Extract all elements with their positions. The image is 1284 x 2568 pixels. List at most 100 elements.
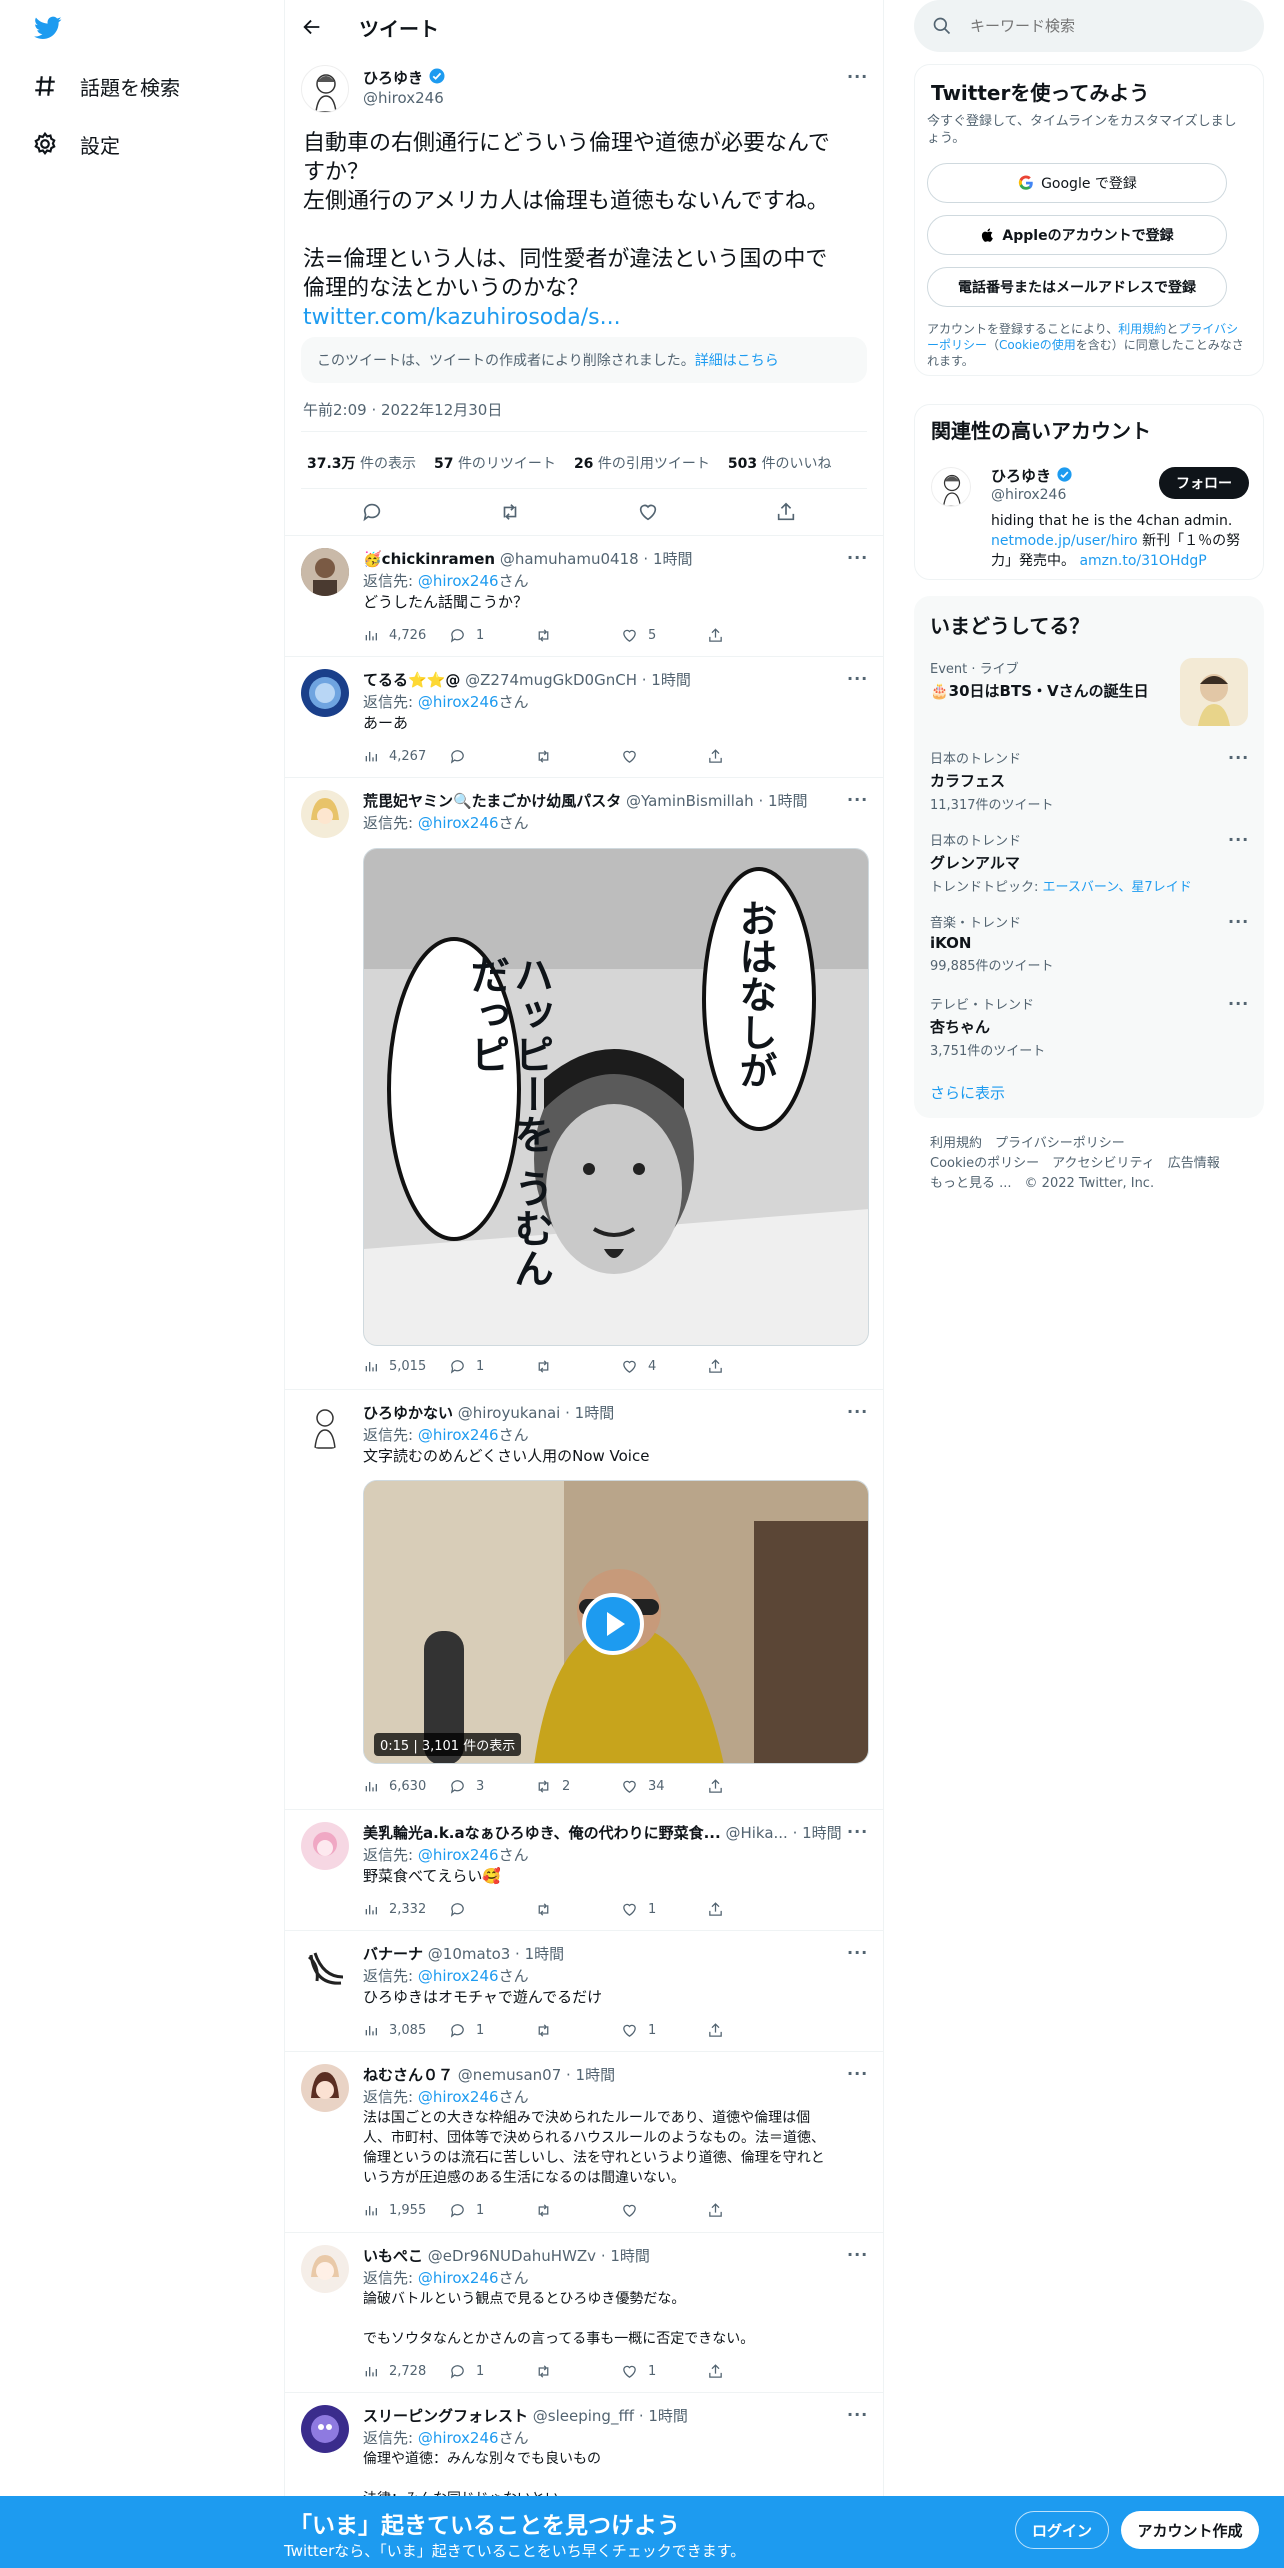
reply-tweet[interactable]: 🥳chickinramen @hamuhamu0418 · 1時間 ··· 返信… — [285, 535, 883, 656]
reply-author-handle[interactable]: @eDr96NUDahuHWZv · 1時間 — [428, 2247, 650, 2265]
avatar[interactable] — [301, 1943, 349, 1991]
nav-explore[interactable]: 話題を検索 — [32, 66, 180, 106]
share-button[interactable] — [707, 2361, 793, 2381]
reply-author-handle[interactable]: @nemusan07 · 1時間 — [458, 2066, 615, 2084]
share-button[interactable] — [707, 746, 793, 766]
like-button[interactable]: 34 — [621, 1776, 707, 1796]
avatar[interactable] — [931, 467, 971, 507]
play-button[interactable] — [582, 1593, 644, 1655]
reply-tweet[interactable]: バナーナ @10mato3 · 1時間 ··· 返信先: @hirox246さん… — [285, 1930, 883, 2051]
reply-to-link[interactable]: @hirox246 — [418, 2088, 499, 2106]
retweet-button[interactable] — [535, 746, 621, 766]
footer-link[interactable]: もっと見る ... — [930, 1176, 1012, 1191]
reply-author-name[interactable]: 🥳chickinramen — [363, 550, 495, 568]
reply-button[interactable]: 3 — [449, 1776, 535, 1796]
manga-image[interactable]: ハッピーを うむんだっピ おはなしが — [363, 848, 869, 1346]
like-button[interactable]: 4 — [621, 1356, 707, 1376]
tweet-link[interactable]: twitter.com/kazuhirosoda/s... — [303, 303, 873, 332]
login-button[interactable]: ログイン — [1015, 2511, 1109, 2549]
reply-author-handle[interactable]: @Hika... · 1時間 — [725, 1824, 841, 1842]
account-handle[interactable]: @hirox246 — [991, 487, 1066, 503]
reply-author-name[interactable]: ひろゆかない — [363, 1404, 453, 1422]
show-more-link[interactable]: さらに表示 — [930, 1082, 1005, 1103]
reply-tweet[interactable]: 美乳輪光a.k.aなぁひろゆき、俺の代わりに野菜食... @Hika... · … — [285, 1809, 883, 1930]
retweet-button[interactable] — [535, 2361, 621, 2381]
avatar[interactable] — [301, 2064, 349, 2112]
share-icon[interactable] — [775, 501, 797, 523]
more-icon[interactable]: ··· — [1228, 994, 1249, 1013]
reply-button[interactable]: 1 — [449, 2361, 535, 2381]
reply-to-link[interactable]: @hirox246 — [418, 814, 499, 832]
retweet-button[interactable]: 2 — [535, 1776, 621, 1796]
reply-author-name[interactable]: 荒毘妃ヤミン🔍たまごかけ幼風パスタ — [363, 792, 621, 810]
more-icon[interactable]: ··· — [1228, 912, 1249, 931]
terms-link[interactable]: 利用規約 — [1118, 322, 1166, 336]
share-button[interactable] — [707, 1776, 793, 1796]
likes-stat[interactable]: 503 件のいいね — [728, 453, 832, 473]
share-button[interactable] — [707, 1356, 793, 1376]
views-button[interactable]: 1,955 — [363, 2200, 449, 2220]
reply-to-link[interactable]: @hirox246 — [418, 1967, 499, 1985]
reply-author-handle[interactable]: @Z274mugGkD0GnCH · 1時間 — [465, 671, 691, 689]
more-icon[interactable]: ··· — [847, 1943, 868, 1962]
reply-tweet[interactable]: いもぺこ @eDr96NUDahuHWZv · 1時間 ··· 返信先: @hi… — [285, 2232, 883, 2392]
views-stat[interactable]: 37.3万 件の表示 — [307, 453, 416, 473]
reply-to-link[interactable]: @hirox246 — [418, 2429, 499, 2447]
trend-item[interactable]: 日本のトレンド グレンアルマ トレンドトピック: エースバーン、星7レイド ··… — [930, 830, 1248, 895]
more-icon[interactable]: ··· — [847, 2064, 868, 2083]
reply-author-handle[interactable]: @hamuhamu0418 · 1時間 — [500, 550, 693, 568]
like-button[interactable] — [621, 746, 707, 766]
reply-to-link[interactable]: @hirox246 — [418, 1426, 499, 1444]
more-icon[interactable]: ··· — [847, 548, 868, 567]
more-icon[interactable]: ··· — [847, 2245, 868, 2264]
reply-author-handle[interactable]: @10mato3 · 1時間 — [428, 1945, 564, 1963]
apple-signup-button[interactable]: Appleのアカウントで登録 — [927, 215, 1227, 255]
author-name[interactable]: ひろゆき — [363, 69, 423, 87]
trend-item[interactable]: テレビ・トレンド 杏ちゃん 3,751件のツイート ··· — [930, 994, 1248, 1059]
reply-author-name[interactable]: バナーナ — [363, 1945, 423, 1963]
trend-item[interactable]: 音楽・トレンド iKON 99,885件のツイート ··· — [930, 912, 1248, 974]
share-button[interactable] — [707, 2020, 793, 2040]
reply-button[interactable]: 1 — [449, 2020, 535, 2040]
account-name[interactable]: ひろゆき — [991, 467, 1051, 485]
tweet-timestamp[interactable]: 午前2:09 · 2022年12月30日 — [303, 399, 502, 420]
avatar[interactable] — [301, 2245, 349, 2293]
reply-button[interactable] — [449, 746, 535, 766]
reply-to-link[interactable]: @hirox246 — [418, 2269, 499, 2287]
reply-author-name[interactable]: 美乳輪光a.k.aなぁひろゆき、俺の代わりに野菜食... — [363, 1824, 721, 1842]
retweets-stat[interactable]: 57 件のリツイート — [434, 453, 556, 473]
trend-item[interactable]: Event · ライブ 🎂30日はBTS・Vさんの誕生日 — [930, 658, 1248, 732]
more-icon[interactable]: ··· — [847, 1822, 868, 1841]
reply-to-link[interactable]: @hirox246 — [418, 572, 499, 590]
reply-to-link[interactable]: @hirox246 — [418, 1846, 499, 1864]
reply-author-name[interactable]: いもぺこ — [363, 2247, 423, 2265]
cookie-link[interactable]: Cookieの使用 — [999, 338, 1076, 352]
google-signup-button[interactable]: Google で登録 — [927, 163, 1227, 203]
learn-more-link[interactable]: 詳細はこちら — [695, 350, 779, 370]
more-icon[interactable]: ··· — [847, 790, 868, 809]
retweet-button[interactable] — [535, 1899, 621, 1919]
privacy-link[interactable]: プライ — [1178, 322, 1214, 336]
reply-author-handle[interactable]: @YaminBismillah · 1時間 — [626, 792, 808, 810]
reply-tweet[interactable]: てるる⭐⭐@ @Z274mugGkD0GnCH · 1時間 ··· 返信先: @… — [285, 656, 883, 777]
reply-button[interactable]: 1 — [449, 1356, 535, 1376]
reply-button[interactable]: 1 — [449, 2200, 535, 2220]
avatar[interactable] — [301, 1402, 349, 1450]
retweet-button[interactable] — [535, 2020, 621, 2040]
author-handle[interactable]: @hirox246 — [363, 89, 444, 107]
more-icon[interactable]: ··· — [847, 1402, 868, 1421]
reply-author-name[interactable]: てるる⭐⭐@ — [363, 671, 460, 689]
search-input[interactable] — [970, 14, 1240, 38]
quotes-stat[interactable]: 26 件の引用ツイート — [574, 453, 710, 473]
views-button[interactable]: 2,332 — [363, 1899, 449, 1919]
reply-tweet[interactable]: ひろゆかない @hiroyukanai · 1時間 ··· 返信先: @hiro… — [285, 1389, 883, 1809]
share-button[interactable] — [707, 1899, 793, 1919]
views-button[interactable]: 2,728 — [363, 2361, 449, 2381]
follow-button[interactable]: フォロー — [1159, 467, 1249, 499]
share-button[interactable] — [707, 2200, 793, 2220]
views-button[interactable]: 4,726 — [363, 625, 449, 645]
footer-link[interactable]: プライバシーポリシー — [995, 1136, 1125, 1151]
reply-tweet[interactable]: ねむさん０７ @nemusan07 · 1時間 ··· 返信先: @hirox2… — [285, 2051, 883, 2232]
avatar[interactable] — [301, 669, 349, 717]
more-icon[interactable]: ··· — [1228, 830, 1249, 849]
